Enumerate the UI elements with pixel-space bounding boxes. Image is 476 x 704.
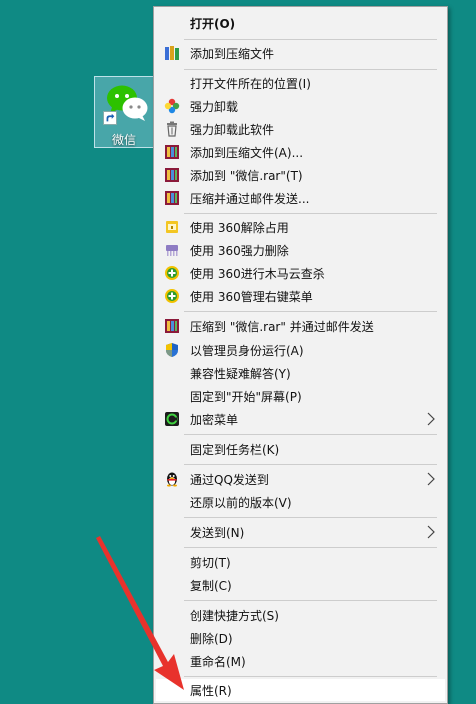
red-arrow-annotation <box>96 536 184 690</box>
